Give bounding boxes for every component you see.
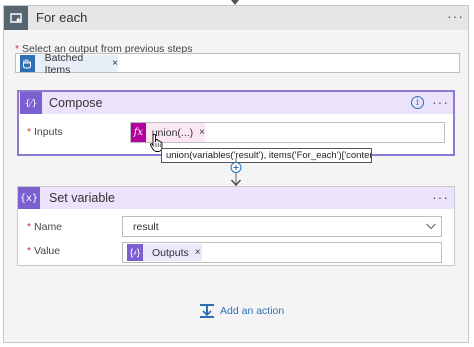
name-label: * Name: [27, 221, 62, 233]
value-label-text: Value: [34, 245, 61, 257]
chevron-down-icon[interactable]: [425, 220, 437, 232]
set-variable-more-options-button[interactable]: ···: [432, 189, 449, 205]
compose-icon: {⁄}: [20, 92, 42, 114]
add-an-action-button[interactable]: Add an action: [199, 303, 284, 319]
union-token-remove-icon[interactable]: ×: [199, 127, 205, 138]
outputs-token-label: Outputs: [152, 246, 189, 259]
compose-more-options-button[interactable]: ···: [432, 94, 449, 110]
foreach-loop-icon: [4, 6, 28, 30]
outputs-token[interactable]: Outputs ×: [127, 244, 202, 261]
variable-icon: {x}: [18, 187, 40, 209]
add-an-action-label: Add an action: [220, 305, 285, 317]
batched-items-remove-icon[interactable]: ×: [112, 58, 118, 69]
variable-name-value: result: [133, 221, 159, 233]
inputs-label-text: Inputs: [34, 126, 63, 138]
name-label-text: Name: [34, 221, 63, 233]
fx-icon: fx: [131, 123, 146, 142]
required-mark: *: [27, 126, 32, 138]
variable-name-select[interactable]: [122, 216, 442, 237]
value-label: * Value: [27, 245, 60, 257]
set-variable-title: Set variable: [49, 191, 116, 205]
add-action-icon: [200, 304, 214, 318]
required-mark: *: [27, 221, 32, 233]
batched-items-token-label: Batched Items: [44, 51, 84, 76]
outputs-token-remove-icon[interactable]: ×: [195, 247, 201, 258]
foreach-more-options-button[interactable]: ···: [447, 8, 464, 24]
required-mark: *: [27, 245, 32, 257]
compose-output-icon: [127, 244, 143, 261]
add-step-connector-icon[interactable]: [228, 158, 244, 188]
batched-items-token[interactable]: Batched Items ×: [20, 52, 118, 76]
compose-title: Compose: [49, 96, 103, 110]
inputs-label: * Inputs: [27, 126, 63, 138]
foreach-title: For each: [36, 10, 88, 25]
batch-hand-icon: [20, 55, 35, 72]
union-expression-token[interactable]: fx union(...) ×: [131, 123, 205, 142]
compose-info-icon[interactable]: i: [411, 96, 424, 109]
expression-tooltip: union(variables('result'), items('For_ea…: [161, 148, 372, 163]
